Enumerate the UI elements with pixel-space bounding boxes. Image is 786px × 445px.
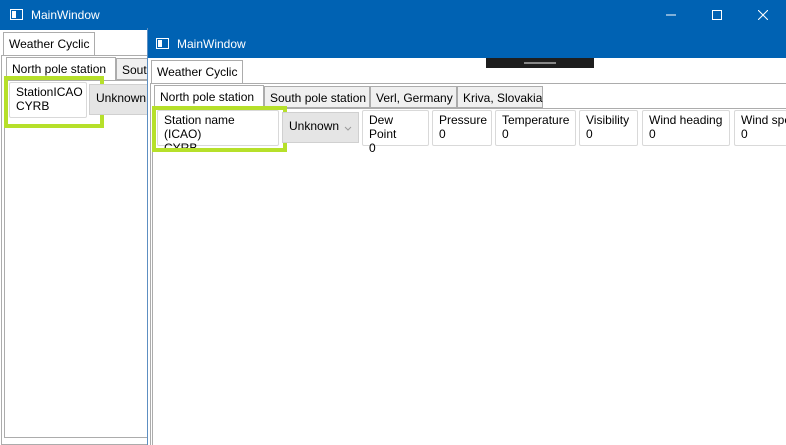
maximize-icon[interactable]: [694, 0, 740, 30]
temperature-value: 0: [502, 127, 509, 141]
station-name-highlight: [152, 106, 287, 152]
pressure-field[interactable]: Pressure 0: [432, 110, 492, 146]
wind-heading-label: Wind heading: [649, 113, 723, 127]
back-tab-weather-cyclic[interactable]: Weather Cyclic: [3, 32, 95, 56]
back-tab-weather-cyclic-label: Weather Cyclic: [9, 37, 90, 51]
front-tab-kriva-slovakia[interactable]: Kriva, Slovakia: [457, 86, 543, 108]
unknown-combo-value: Unknown: [289, 119, 340, 133]
front-window: MainWindow Weather Cyclic North pole sta…: [147, 28, 786, 445]
drag-handle-grip: [524, 62, 556, 64]
visibility-label: Visibility: [586, 113, 630, 127]
front-tab-south-pole[interactable]: South pole station: [264, 86, 370, 108]
back-titlebar[interactable]: MainWindow: [0, 0, 786, 30]
visibility-value: 0: [586, 127, 593, 141]
drag-handle[interactable]: [486, 58, 594, 68]
front-tab-north-pole-label: North pole station: [160, 90, 255, 104]
unknown-combo[interactable]: Unknown: [282, 112, 359, 143]
back-tab-north-pole-label: North pole station: [12, 62, 107, 76]
front-window-title: MainWindow: [177, 37, 246, 51]
front-tab-verl-germany-label: Verl, Germany: [376, 91, 453, 105]
front-tab-verl-germany[interactable]: Verl, Germany: [370, 86, 457, 108]
wind-speed-value: 0: [741, 127, 748, 141]
front-tab-weather-cyclic[interactable]: Weather Cyclic: [151, 60, 243, 84]
front-tab-kriva-slovakia-label: Kriva, Slovakia: [463, 91, 543, 105]
close-icon[interactable]: [740, 0, 786, 30]
window-app-icon: [156, 38, 169, 49]
temperature-field[interactable]: Temperature 0: [495, 110, 576, 146]
wind-heading-field[interactable]: Wind heading 0: [642, 110, 730, 146]
front-tab-weather-cyclic-label: Weather Cyclic: [157, 65, 238, 79]
wind-speed-label: Wind spe: [741, 113, 786, 127]
dew-point-value: 0: [369, 141, 376, 155]
dew-point-field[interactable]: Dew Point 0: [362, 110, 429, 155]
front-titlebar[interactable]: MainWindow: [148, 28, 786, 58]
visibility-field[interactable]: Visibility 0: [579, 110, 638, 146]
wind-heading-value: 0: [649, 127, 656, 141]
temperature-label: Temperature: [502, 113, 570, 127]
pressure-value: 0: [439, 127, 446, 141]
pressure-label: Pressure: [439, 113, 488, 127]
minimize-icon[interactable]: [648, 0, 694, 30]
back-unknown-combo-value: Unknown: [96, 91, 147, 105]
back-window-title: MainWindow: [31, 8, 100, 22]
window-app-icon: [10, 9, 23, 20]
dew-point-label: Dew Point: [369, 113, 397, 141]
back-station-panel: [4, 80, 148, 438]
front-station-panel: [152, 108, 786, 445]
front-tab-south-pole-label: South pole station: [270, 91, 367, 105]
wind-speed-field[interactable]: Wind spe 0: [734, 110, 786, 146]
chevron-down-icon: [344, 121, 352, 135]
